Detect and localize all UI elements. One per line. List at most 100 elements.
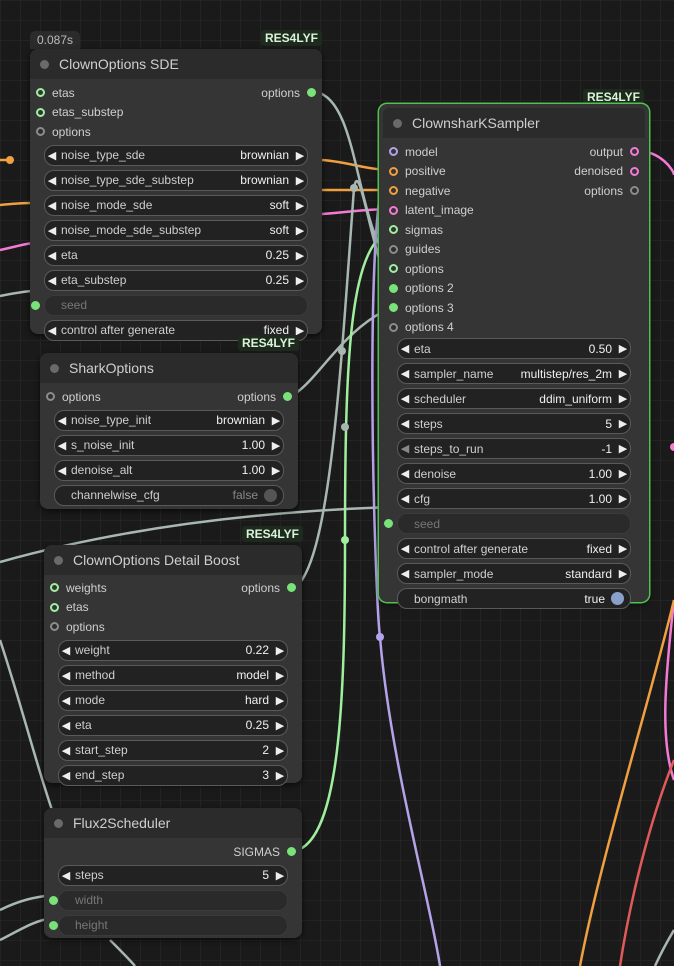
left-arrow-icon[interactable]: ◀	[398, 542, 412, 555]
number-eta[interactable]: ◀ eta 0.25 ▶	[58, 714, 288, 736]
input-socket[interactable]	[50, 602, 59, 612]
output-socket[interactable]	[283, 392, 292, 402]
input-options[interactable]: options	[40, 387, 101, 407]
collapse-dot[interactable]	[393, 118, 402, 128]
node-title-bar[interactable]: Flux2Scheduler	[44, 808, 302, 838]
right-arrow-icon[interactable]: ▶	[616, 392, 630, 405]
collapse-dot[interactable]	[50, 363, 59, 373]
output-socket[interactable]	[307, 88, 316, 98]
output-sigmas[interactable]: SIGMAS	[233, 842, 302, 862]
right-arrow-icon[interactable]: ▶	[616, 567, 630, 580]
left-arrow-icon[interactable]: ◀	[59, 769, 73, 782]
right-arrow-icon[interactable]: ▶	[293, 149, 307, 162]
input-socket[interactable]	[384, 519, 393, 528]
height-input-converted[interactable]: height	[49, 914, 288, 936]
input-options-4[interactable]: options 4	[383, 318, 454, 338]
input-socket[interactable]	[389, 205, 398, 215]
node-clownsharksampler[interactable]: ClownsharKSampler model output positive …	[379, 104, 649, 609]
input-options[interactable]: options	[30, 122, 91, 142]
combo-method[interactable]: ◀ method model ▶	[58, 664, 288, 686]
input-guides[interactable]: guides	[383, 240, 440, 260]
right-arrow-icon[interactable]: ▶	[273, 769, 287, 782]
toggle-on-icon[interactable]	[611, 592, 624, 605]
input-socket[interactable]	[49, 895, 58, 905]
right-arrow-icon[interactable]: ▶	[273, 744, 287, 757]
input-options-2[interactable]: options 2	[383, 279, 454, 299]
left-arrow-icon[interactable]: ◀	[398, 567, 412, 580]
input-weights[interactable]: weights	[44, 578, 107, 598]
input-positive[interactable]: positive	[383, 162, 446, 182]
seed-input-converted[interactable]: seed	[384, 513, 631, 534]
output-socket[interactable]	[287, 583, 296, 593]
number-weight[interactable]: ◀ weight 0.22 ▶	[58, 639, 288, 661]
toggle-off-icon[interactable]	[264, 488, 277, 502]
combo-noise-type-init[interactable]: ◀ noise_type_init brownian ▶	[54, 409, 284, 431]
node-sharkoptions[interactable]: SharkOptions options options ◀ noise_type…	[40, 353, 298, 509]
input-options[interactable]: options	[383, 259, 444, 279]
input-socket[interactable]	[46, 392, 55, 402]
input-socket[interactable]	[389, 244, 398, 254]
input-socket[interactable]	[389, 303, 398, 313]
input-options-3[interactable]: options 3	[383, 298, 454, 318]
left-arrow-icon[interactable]: ◀	[45, 249, 59, 262]
left-arrow-icon[interactable]: ◀	[398, 417, 412, 430]
input-negative[interactable]: negative	[383, 181, 450, 201]
input-socket[interactable]	[389, 147, 398, 157]
input-etas[interactable]: etas	[30, 83, 75, 103]
input-socket[interactable]	[36, 107, 45, 117]
number-denoise[interactable]: ◀ denoise 1.00 ▶	[397, 463, 631, 484]
left-arrow-icon[interactable]: ◀	[398, 492, 412, 505]
number-cfg[interactable]: ◀ cfg 1.00 ▶	[397, 488, 631, 509]
left-arrow-icon[interactable]: ◀	[59, 644, 73, 657]
left-arrow-icon[interactable]: ◀	[398, 367, 412, 380]
output-socket[interactable]	[630, 147, 639, 157]
right-arrow-icon[interactable]: ▶	[269, 439, 283, 452]
output-options[interactable]: options	[237, 387, 298, 407]
right-arrow-icon[interactable]: ▶	[293, 224, 307, 237]
input-etas[interactable]: etas	[44, 598, 89, 618]
number-denoise-alt[interactable]: ◀ denoise_alt 1.00 ▶	[54, 459, 284, 481]
combo-noise-mode-sde-substep[interactable]: ◀ noise_mode_sde_substep soft ▶	[44, 219, 308, 241]
node-clownoptions-sde[interactable]: ClownOptions SDE etas options etas_subst…	[30, 49, 322, 341]
left-arrow-icon[interactable]: ◀	[55, 439, 69, 452]
output-socket[interactable]	[287, 847, 296, 857]
collapse-dot[interactable]	[40, 59, 49, 69]
node-title-bar[interactable]: ClownOptions Detail Boost	[44, 545, 302, 575]
left-arrow-icon[interactable]: ◀	[59, 744, 73, 757]
left-arrow-icon[interactable]: ◀	[45, 224, 59, 237]
right-arrow-icon[interactable]: ▶	[269, 464, 283, 477]
left-arrow-icon[interactable]: ◀	[59, 719, 73, 732]
right-arrow-icon[interactable]: ▶	[293, 199, 307, 212]
combo-mode[interactable]: ◀ mode hard ▶	[58, 689, 288, 711]
number-eta[interactable]: ◀ eta 0.25 ▶	[44, 244, 308, 266]
toggle-channelwise-cfg[interactable]: channelwise_cfg false	[54, 484, 284, 506]
combo-noise-type-sde[interactable]: ◀ noise_type_sde brownian ▶	[44, 144, 308, 166]
input-socket[interactable]	[31, 300, 40, 310]
right-arrow-icon[interactable]: ▶	[293, 274, 307, 287]
left-arrow-icon[interactable]: ◀	[398, 442, 412, 455]
width-input-converted[interactable]: width	[49, 889, 288, 911]
right-arrow-icon[interactable]: ▶	[273, 669, 287, 682]
left-arrow-icon[interactable]: ◀	[55, 464, 69, 477]
number-steps-to-run[interactable]: ◀ steps_to_run -1 ▶	[397, 438, 631, 459]
number-eta[interactable]: ◀ eta 0.50 ▶	[397, 338, 631, 359]
input-socket[interactable]	[49, 920, 58, 930]
right-arrow-icon[interactable]: ▶	[269, 414, 283, 427]
output-socket[interactable]	[630, 186, 639, 196]
number-end-step[interactable]: ◀ end_step 3 ▶	[58, 764, 288, 786]
seed-input-converted[interactable]: seed	[31, 294, 308, 316]
left-arrow-icon[interactable]: ◀	[45, 274, 59, 287]
node-title-bar[interactable]: ClownOptions SDE	[30, 49, 322, 79]
right-arrow-icon[interactable]: ▶	[616, 542, 630, 555]
right-arrow-icon[interactable]: ▶	[273, 644, 287, 657]
right-arrow-icon[interactable]: ▶	[616, 342, 630, 355]
input-socket[interactable]	[389, 225, 398, 235]
left-arrow-icon[interactable]: ◀	[59, 869, 73, 882]
input-etas-substep[interactable]: etas_substep	[30, 103, 123, 123]
right-arrow-icon[interactable]: ▶	[273, 869, 287, 882]
combo-sampler-name[interactable]: ◀ sampler_name multistep/res_2m ▶	[397, 363, 631, 384]
left-arrow-icon[interactable]: ◀	[59, 669, 73, 682]
number-steps[interactable]: ◀ steps 5 ▶	[58, 864, 288, 886]
number-eta-substep[interactable]: ◀ eta_substep 0.25 ▶	[44, 269, 308, 291]
right-arrow-icon[interactable]: ▶	[616, 442, 630, 455]
